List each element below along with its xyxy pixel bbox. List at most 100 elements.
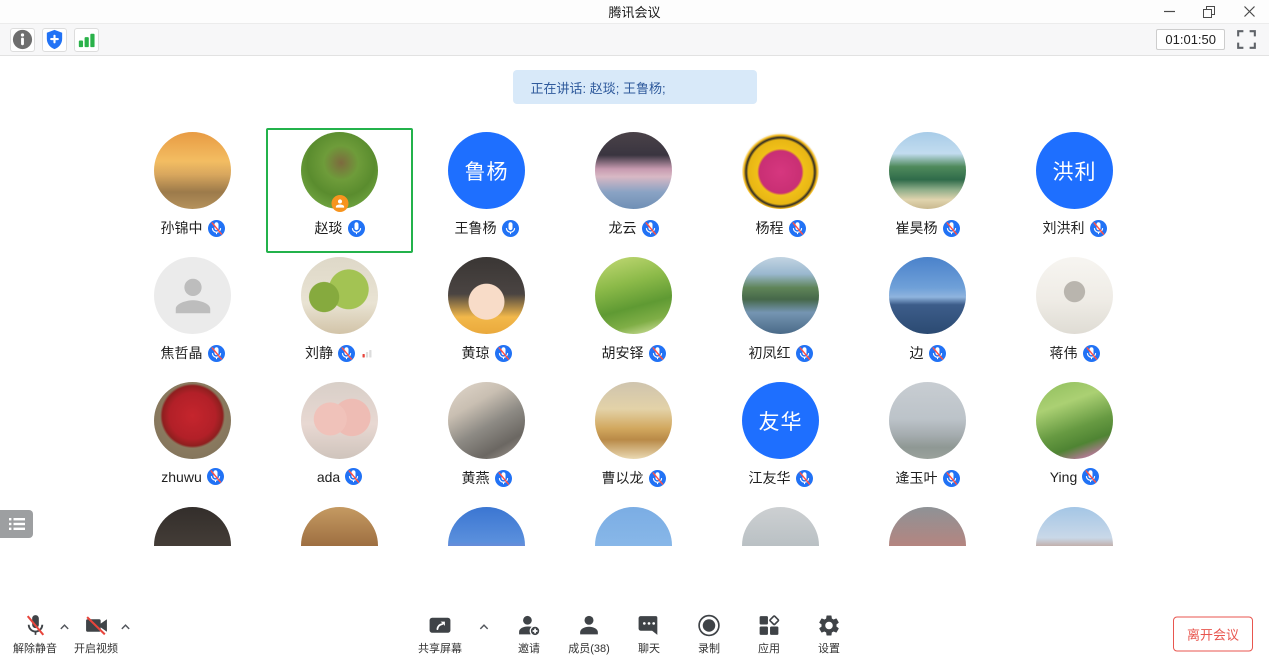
mic-muted-icon [642,220,659,237]
participant-cell-partial[interactable] [119,503,266,546]
close-button[interactable] [1229,0,1269,23]
mic-muted-icon [1090,220,1107,237]
share-screen-button[interactable]: 共享屏幕 [417,613,463,656]
mic-muted-icon [208,220,225,237]
participant-cell-partial[interactable] [707,503,854,546]
share-screen-label: 共享屏幕 [418,640,462,656]
start-video-label: 开启视频 [74,640,118,656]
network-status-button[interactable] [74,28,99,52]
mic-muted-icon [495,345,512,362]
video-options-caret[interactable] [120,623,131,631]
leave-meeting-button[interactable]: 离开会议 [1173,617,1253,652]
apps-label: 应用 [758,640,780,656]
mic-muted-icon [1082,468,1099,485]
participant-cell[interactable]: 崔昊杨 [854,128,1001,253]
participant-name: 孙锦中 [161,218,203,238]
minimize-button[interactable] [1149,0,1189,23]
member-list-toggle[interactable] [0,510,33,538]
participant-name: 胡安铎 [602,343,644,363]
participant-cell[interactable]: 胡安铎 [560,253,707,378]
participant-avatar [1036,382,1113,459]
members-label: 成员(38) [568,640,610,656]
record-button[interactable]: 录制 [686,613,732,656]
invite-icon [517,613,542,638]
participant-cell[interactable]: 黄燕 [413,378,560,503]
participant-cell-partial[interactable] [560,503,707,546]
mic-muted-icon [796,470,813,487]
participant-cell[interactable]: 曹以龙 [560,378,707,503]
signal-icon [75,28,98,51]
participant-name: 初凤红 [749,343,791,363]
participant-avatar [595,382,672,459]
participant-cell[interactable]: 鲁杨王鲁杨 [413,128,560,253]
restore-button[interactable] [1189,0,1229,23]
participant-cell[interactable]: 刘静 [266,253,413,378]
participant-avatar [595,507,672,546]
participant-cell[interactable]: 龙云 [560,128,707,253]
participant-cell[interactable]: 蒋伟 [1001,253,1148,378]
participant-avatar [154,257,231,334]
fullscreen-icon [1234,27,1259,52]
mic-options-caret[interactable] [59,623,70,631]
participant-name: 黄燕 [462,468,490,488]
mic-on-icon [348,220,365,237]
participant-cell[interactable]: 赵琰 [266,128,413,253]
invite-label: 邀请 [518,640,540,656]
participant-name: 曹以龙 [602,468,644,488]
participant-avatar [1036,257,1113,334]
participant-cell[interactable]: 友华江友华 [707,378,854,503]
participant-avatar [595,257,672,334]
share-options-caret[interactable] [478,623,489,631]
mic-on-icon [502,220,519,237]
participant-cell[interactable]: 杨程 [707,128,854,253]
participant-cell[interactable]: 焦哲晶 [119,253,266,378]
participant-cell[interactable]: ada [266,378,413,503]
participant-avatar [1036,507,1113,546]
participant-cell[interactable]: 逄玉叶 [854,378,1001,503]
participant-avatar [448,382,525,459]
participant-name: Ying [1050,469,1078,485]
record-label: 录制 [698,640,720,656]
participant-name: 刘洪利 [1043,218,1085,238]
participant-cell[interactable]: 洪利刘洪利 [1001,128,1148,253]
participant-avatar [154,507,231,546]
speaking-banner: 正在讲话: 赵琰; 王鲁杨; [513,70,757,104]
mic-muted-icon [345,468,362,485]
participant-cell-partial[interactable] [413,503,560,546]
participant-cell[interactable]: zhuwu [119,378,266,503]
chat-button[interactable]: 聊天 [626,613,672,656]
participant-name: 边 [910,343,924,363]
participant-cell[interactable]: 孙锦中 [119,128,266,253]
participant-name: 龙云 [609,218,637,238]
window-controls [1149,0,1269,23]
participant-cell-partial[interactable] [1001,503,1148,546]
titlebar: 腾讯会议 [0,0,1269,23]
participant-cell[interactable]: 黄琼 [413,253,560,378]
mic-muted-icon [1083,345,1100,362]
meeting-info-button[interactable] [10,28,35,52]
participant-cell[interactable]: 初凤红 [707,253,854,378]
person-silhouette-icon [170,273,216,319]
meeting-window: 腾讯会议 01:01:50 [0,0,1269,660]
security-button[interactable] [42,28,67,52]
participant-avatar [742,507,819,546]
participant-name: 蒋伟 [1050,343,1078,363]
members-icon [577,613,602,638]
list-icon [9,517,25,531]
participant-avatar [301,132,378,209]
fullscreen-button[interactable] [1234,28,1259,52]
participant-cell[interactable]: 边 [854,253,1001,378]
participant-avatar: 鲁杨 [448,132,525,209]
mic-muted-icon [207,468,224,485]
settings-button[interactable]: 设置 [806,613,852,656]
invite-button[interactable]: 邀请 [506,613,552,656]
apps-button[interactable]: 应用 [746,613,792,656]
members-button[interactable]: 成员(38) [566,613,612,656]
page-title: 腾讯会议 [0,2,1269,21]
participant-cell-partial[interactable] [266,503,413,546]
participant-grid-viewport: 孙锦中 赵琰鲁杨王鲁杨龙云 杨程崔昊杨洪利刘洪利焦哲晶刘静黄琼胡安铎 初凤红 边 蒋伟 zh… [0,128,1269,546]
participant-cell-partial[interactable] [854,503,1001,546]
unmute-button[interactable]: 解除静音 [12,613,58,656]
participant-cell[interactable]: Ying [1001,378,1148,503]
start-video-button[interactable]: 开启视频 [73,613,119,656]
